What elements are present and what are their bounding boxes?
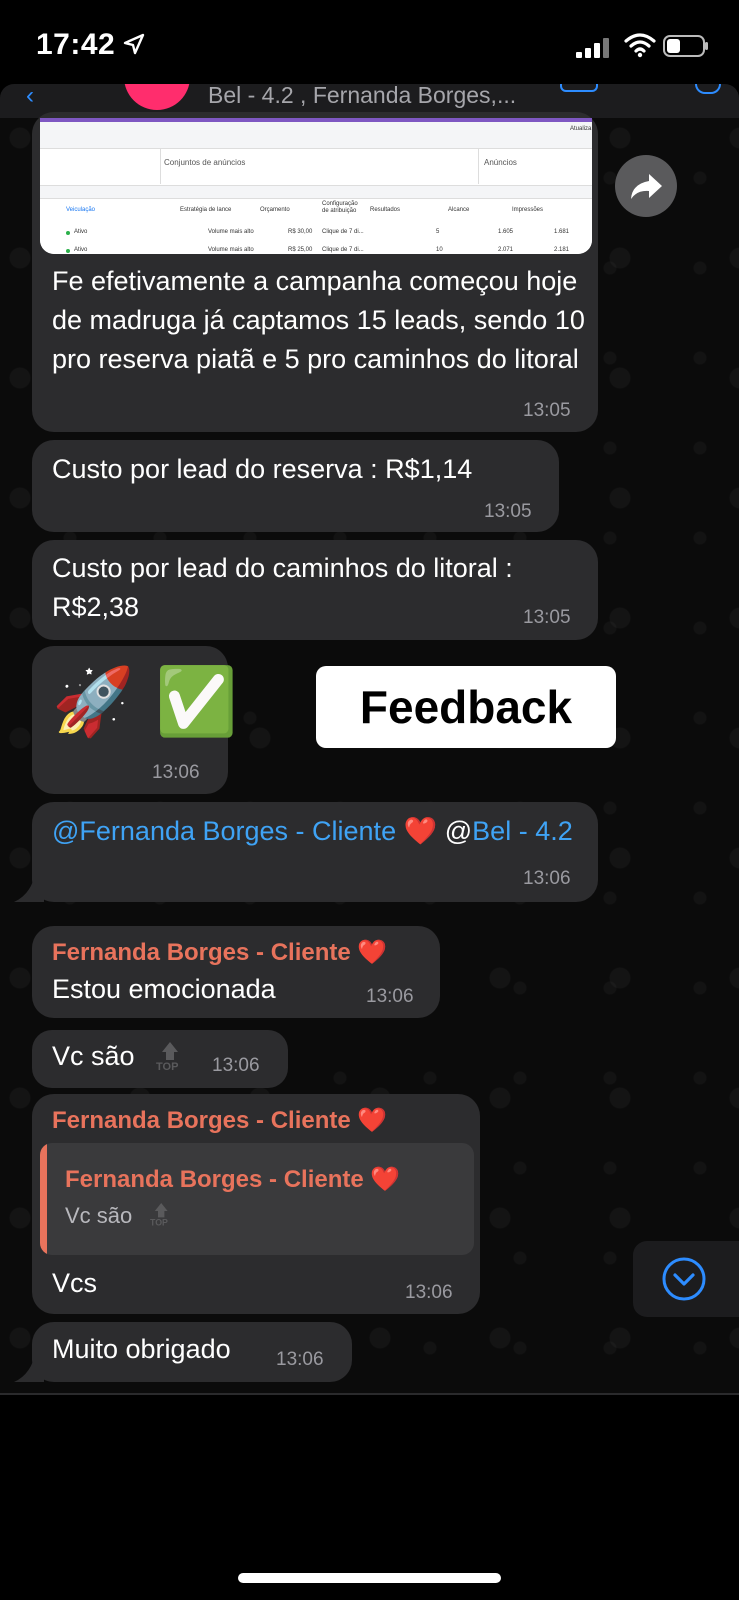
image-cell: Clique de 7 di...: [322, 229, 364, 235]
group-avatar[interactable]: [124, 84, 190, 110]
image-col-header: Alcance: [448, 207, 470, 213]
message-time: 13:06: [366, 986, 414, 1007]
bubble-tail: [14, 1350, 44, 1382]
active-dot: [66, 231, 70, 235]
image-cell: 2.071: [498, 247, 514, 253]
message-time: 13:06: [523, 868, 571, 889]
message-time: 13:05: [523, 607, 571, 628]
image-table-row: Ativo Volume mais alto R$ 30,00 Clique d…: [40, 225, 592, 244]
scroll-to-bottom-button[interactable]: [633, 1241, 739, 1317]
image-tab-bar: [40, 148, 592, 186]
message-text: Vc são: [52, 1041, 135, 1071]
quoted-text: Vc são: [65, 1203, 133, 1228]
image-cell: 2.181: [554, 247, 570, 253]
image-cell: Ativo: [74, 247, 88, 253]
message-text: Fe efetivamente a campanha começou hoje …: [52, 266, 585, 374]
forward-button[interactable]: [615, 155, 677, 217]
image-cell: Clique de 7 di...: [322, 247, 364, 253]
image-corner-text: Atualiza: [570, 126, 592, 132]
image-tab-adsets: Conjuntos de anúncios: [164, 158, 246, 167]
message-time: 13:06: [152, 762, 200, 783]
message-time: 13:05: [484, 501, 532, 522]
heart-emoji: ❤️: [403, 816, 438, 846]
bubble-tail: [14, 870, 44, 902]
signal-icon: [576, 38, 609, 58]
message-time: 13:06: [405, 1282, 453, 1303]
message-text: Vcs: [52, 1268, 98, 1298]
image-table-header: Veiculação Estratégia de lance Orçamento…: [40, 198, 592, 226]
chat-title[interactable]: Bel - 4.2 , Fernanda Borges,...: [208, 84, 516, 109]
top-emoji-icon: TOP: [150, 1203, 172, 1230]
image-cell: 1.681: [554, 229, 570, 235]
image-col-header: Veiculação: [66, 207, 96, 213]
quoted-message[interactable]: Fernanda Borges - Cliente ❤️ Vc são TOP: [40, 1143, 474, 1255]
sender-name[interactable]: Fernanda Borges - Cliente ❤️: [52, 1106, 387, 1135]
feedback-label: Feedback: [359, 681, 573, 733]
home-indicator[interactable]: [238, 1573, 501, 1583]
wifi-icon: [624, 33, 656, 58]
image-cell: Volume mais alto: [208, 229, 254, 235]
top-emoji-label: TOP: [156, 1061, 179, 1073]
image-col-header: Configuração de atribuição: [322, 201, 358, 214]
forward-arrow-icon: [631, 174, 662, 199]
back-chevron-icon[interactable]: ‹: [26, 84, 34, 110]
message-text: Estou emocionada: [52, 974, 276, 1004]
chat-bottom-divider: [0, 1393, 739, 1395]
message-time: 13:06: [276, 1349, 324, 1370]
image-divider: [478, 148, 479, 184]
quoted-sender-name: Fernanda Borges - Cliente ❤️: [65, 1166, 401, 1193]
sender-name[interactable]: Fernanda Borges - Cliente ❤️: [52, 938, 387, 967]
status-bar: 17:42: [0, 0, 739, 90]
image-cell: Ativo: [74, 229, 88, 235]
active-dot: [66, 249, 70, 253]
image-cell: 1.605: [498, 229, 514, 235]
call-icon[interactable]: [695, 84, 721, 94]
battery-icon: [663, 35, 708, 57]
screenshot-image[interactable]: Atualiza Conjuntos de anúncios Anúncios …: [40, 118, 592, 254]
image-col-header: Resultados: [370, 207, 401, 213]
message-time: 13:06: [212, 1055, 260, 1076]
mention-bel[interactable]: Bel - 4.2: [472, 816, 573, 846]
mention-fernanda[interactable]: @Fernanda Borges - Cliente: [52, 816, 396, 846]
mention-message-text: @Fernanda Borges - Cliente ❤️ @Bel - 4.2: [52, 812, 592, 851]
top-emoji-label: TOP: [150, 1218, 168, 1228]
image-col-header: Estratégia de lance: [180, 207, 232, 213]
chevron-down-circle-icon: [662, 1257, 706, 1301]
image-col-header: Impressões: [512, 207, 544, 213]
mention-at: @: [444, 816, 473, 846]
video-call-icon[interactable]: [560, 84, 598, 92]
image-table-row: Ativo Volume mais alto R$ 25,00 Clique d…: [40, 243, 592, 254]
image-divider: [160, 148, 161, 184]
top-emoji-icon: TOP: [156, 1042, 184, 1076]
feedback-sticker: Feedback: [316, 666, 616, 748]
message-time: 13:05: [523, 400, 571, 421]
image-cell: Volume mais alto: [208, 247, 254, 253]
message-text: Muito obrigado: [52, 1334, 231, 1364]
image-cell: R$ 25,00: [288, 247, 313, 253]
image-top-bar: [40, 118, 592, 122]
image-tab-ads: Anúncios: [484, 158, 517, 167]
image-col-header: Orçamento: [260, 207, 290, 213]
message-text: Custo por lead do caminhos do litoral : …: [52, 553, 513, 622]
image-cell: 5: [436, 229, 440, 235]
status-time: 17:42: [36, 28, 116, 61]
quote-accent-bar: [40, 1143, 47, 1255]
emoji-rocket-check: 🚀 ✅: [52, 663, 238, 740]
image-cell: R$ 30,00: [288, 229, 313, 235]
message-text: Custo por lead do reserva : R$1,14: [52, 454, 473, 484]
image-cell: 10: [436, 247, 443, 253]
location-arrow-icon: [123, 33, 145, 55]
